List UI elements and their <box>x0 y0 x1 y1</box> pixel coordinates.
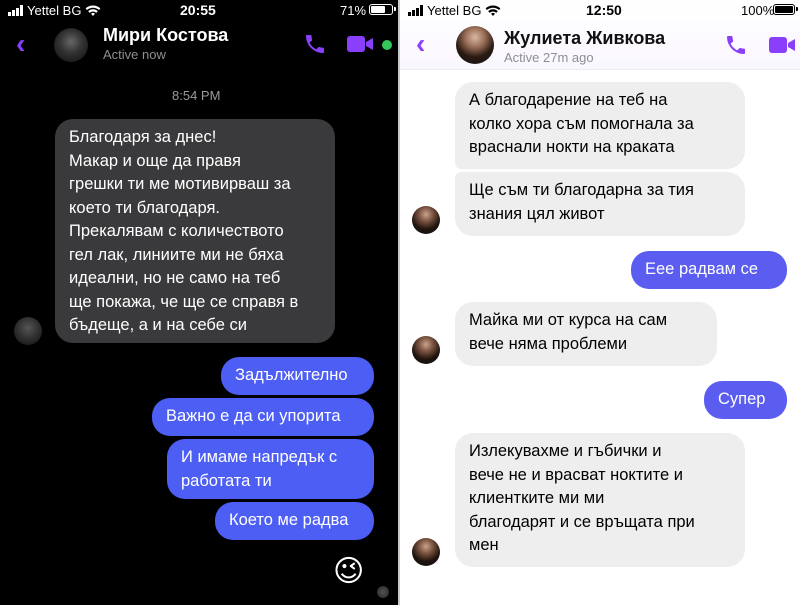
message-line: А благодарение на теб на <box>469 91 668 109</box>
message-line: колко хора съм помогнала за <box>469 114 694 133</box>
battery-percent: 71% <box>340 3 367 18</box>
message-line: Макар и още да правя <box>69 151 241 170</box>
message-line: Важно е да си упорита <box>166 407 341 425</box>
sender-avatar <box>412 206 440 234</box>
message-line: знания цял живот <box>469 204 605 223</box>
battery-percent: 100% <box>741 3 775 18</box>
carrier-name: Yettel BG <box>427 3 482 18</box>
message-timestamp: 8:54 PM <box>172 88 221 103</box>
outgoing-message-bubble[interactable]: Еее радвам се <box>631 251 787 289</box>
outgoing-message-bubble[interactable]: Важно е да си упорита <box>152 398 374 436</box>
back-chevron-icon[interactable]: ‹ <box>16 30 25 58</box>
message-line: ще покажа, че ще се справя в <box>69 292 299 311</box>
message-line: работата ти <box>181 471 272 490</box>
video-call-icon[interactable] <box>768 35 798 55</box>
incoming-message-bubble[interactable]: Майка ми от курса на сам вече няма пробл… <box>455 302 717 366</box>
message-line: Прекалявам с количеството <box>69 222 284 240</box>
message-line: вече не и врасват ноктите и <box>469 465 683 484</box>
battery-icon <box>773 4 798 15</box>
message-line: вече няма проблеми <box>469 334 628 353</box>
chat-header: ‹ Жулиета Живкова Active 27m ago <box>400 22 800 68</box>
active-status: Active 27m ago <box>504 50 594 65</box>
sender-avatar <box>412 336 440 364</box>
message-line: благодарят и се връщата при <box>469 512 695 531</box>
message-line: Задължително <box>235 366 348 384</box>
outgoing-message-bubble[interactable]: И имаме напредък с работата ти <box>167 439 374 499</box>
sender-avatar <box>412 538 440 566</box>
sender-avatar <box>14 317 42 345</box>
message-line: клиентките ми ми <box>469 489 605 507</box>
message-line: идеални, но не само на теб <box>69 269 281 287</box>
back-chevron-icon[interactable]: ‹ <box>416 30 425 58</box>
wink-emoji[interactable]: 😉 <box>333 555 364 589</box>
status-time: 12:50 <box>586 2 622 18</box>
message-line: мен <box>469 536 499 554</box>
message-line: Супер <box>718 390 766 408</box>
outgoing-message-bubble[interactable]: Задължително <box>221 357 374 395</box>
contact-avatar[interactable] <box>456 26 494 64</box>
right-chat-screenshot: Yettel BG 12:50 100% ‹ Жулиета Живкова A… <box>400 0 800 605</box>
carrier: Yettel BG <box>8 3 101 18</box>
signal-icon <box>8 5 23 16</box>
message-line: Излекувахме и гъбички и <box>469 442 662 460</box>
message-line: Което ме радва <box>229 511 349 529</box>
status-time: 20:55 <box>180 2 216 18</box>
wifi-icon <box>86 5 101 16</box>
active-status: Active now <box>103 47 166 62</box>
message-line: което ти благодаря. <box>69 198 220 217</box>
phone-call-icon[interactable] <box>724 33 748 57</box>
message-line: грешки ти ме мотивирваш за <box>69 175 291 193</box>
status-bar: Yettel BG 12:50 100% <box>400 0 800 22</box>
seen-avatar <box>377 586 389 598</box>
phone-call-icon[interactable] <box>303 32 327 56</box>
wifi-icon <box>486 5 501 16</box>
contact-name[interactable]: Мири Костова <box>103 25 228 46</box>
online-indicator <box>382 40 392 50</box>
message-line: Майка ми от курса на сам <box>469 311 668 329</box>
battery-icon <box>369 4 396 15</box>
chat-header: ‹ Мири Костова Active now <box>0 22 398 68</box>
signal-icon <box>408 5 423 16</box>
contact-avatar[interactable] <box>54 28 88 62</box>
outgoing-message-bubble[interactable]: Супер <box>704 381 787 419</box>
carrier-name: Yettel BG <box>27 3 82 18</box>
message-line: Еее радвам се <box>645 260 759 278</box>
status-bar: Yettel BG 20:55 71% <box>0 0 398 22</box>
incoming-message-bubble[interactable]: А благодарение на теб на колко хора съм … <box>455 82 745 169</box>
message-line: Ще съм ти благодарна за тия <box>469 181 694 199</box>
message-line: И имаме напредък с <box>181 448 338 466</box>
message-line: Благодаря за днес! <box>69 128 217 146</box>
message-line: враснали нокти на краката <box>469 138 675 156</box>
incoming-message-bubble[interactable]: Благодаря за днес! Макар и още да правя … <box>55 119 335 343</box>
incoming-message-bubble[interactable]: Излекувахме и гъбички и вече не и врасва… <box>455 433 745 567</box>
incoming-message-bubble[interactable]: Ще съм ти благодарна за тия знания цял ж… <box>455 172 745 236</box>
carrier: Yettel BG <box>408 3 501 18</box>
contact-name[interactable]: Жулиета Живкова <box>504 28 665 49</box>
message-line: гел лак, линиите ми не бяха <box>69 245 284 264</box>
outgoing-message-bubble[interactable]: Което ме радва <box>215 502 374 540</box>
video-call-icon[interactable] <box>346 34 376 54</box>
left-chat-screenshot: Yettel BG 20:55 71% ‹ Мири Костова Activ… <box>0 0 398 605</box>
message-line: бъдеще, а и на себе си <box>69 316 247 334</box>
